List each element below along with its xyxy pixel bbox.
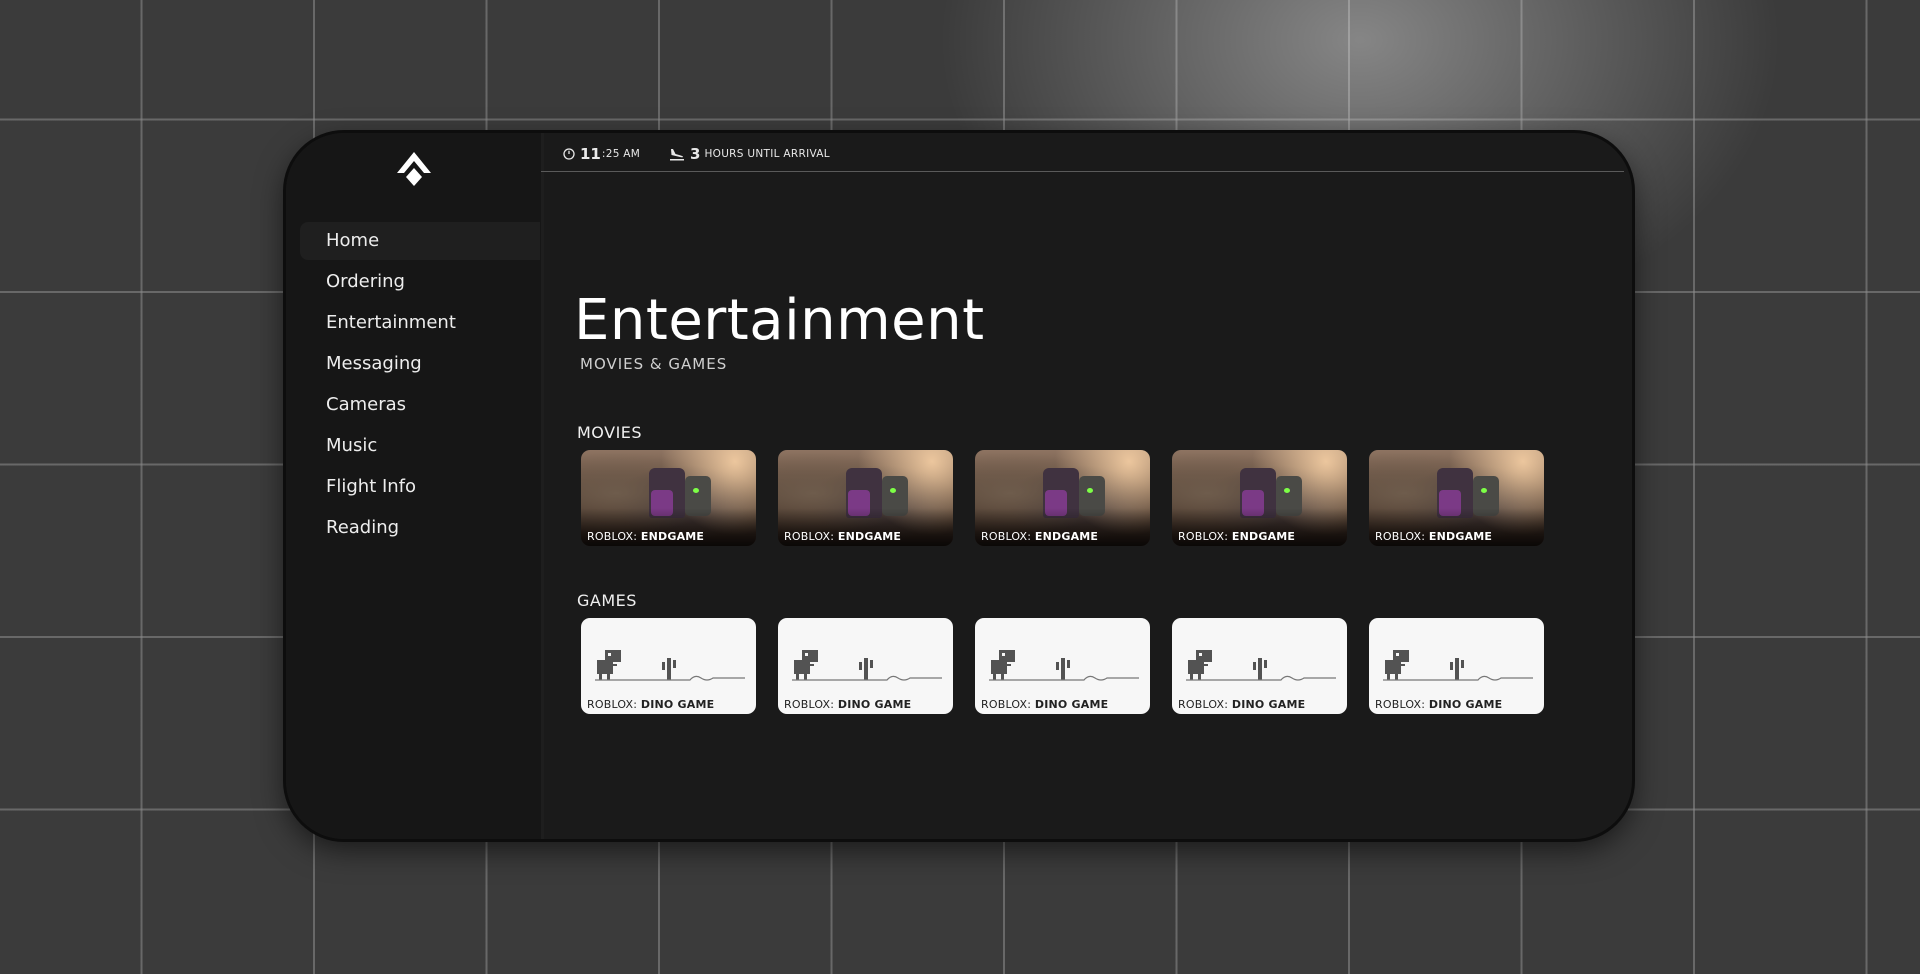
- dino-icon: [792, 650, 942, 681]
- sidebar-item-cameras[interactable]: Cameras: [300, 386, 540, 424]
- sidebar-item-messaging[interactable]: Messaging: [300, 345, 540, 383]
- games-row: ROBLOX: DINO GAME ROBLOX: DINO GAME ROBL…: [581, 618, 1544, 714]
- game-card[interactable]: ROBLOX: DINO GAME: [975, 618, 1150, 714]
- movie-card[interactable]: ROBLOX: ENDGAME: [1172, 450, 1347, 546]
- movie-card-label: ROBLOX: ENDGAME: [1375, 530, 1493, 543]
- game-card[interactable]: ROBLOX: DINO GAME: [1172, 618, 1347, 714]
- app-window: Home Ordering Entertainment Messaging Ca…: [286, 133, 1632, 839]
- game-card[interactable]: ROBLOX: DINO GAME: [581, 618, 756, 714]
- arrival-label: HOURS UNTIL ARRIVAL: [704, 148, 830, 160]
- games-section-title: GAMES: [577, 591, 637, 610]
- dino-icon: [1383, 650, 1533, 681]
- sidebar-nav: Home Ordering Entertainment Messaging Ca…: [300, 222, 540, 550]
- arrival-status: 3 HOURS UNTIL ARRIVAL: [669, 145, 830, 163]
- arrival-hours: 3: [690, 145, 701, 163]
- sidebar-item-ordering[interactable]: Ordering: [300, 263, 540, 301]
- movie-card[interactable]: ROBLOX: ENDGAME: [581, 450, 756, 546]
- status-bar: 11 :25 AM 3 HOURS UNTIL ARRIVAL: [541, 133, 1624, 172]
- clock-icon: [563, 148, 575, 160]
- time-status: 11 :25 AM: [563, 145, 640, 163]
- sidebar-item-flight-info[interactable]: Flight Info: [300, 468, 540, 506]
- movie-card-label: ROBLOX: ENDGAME: [587, 530, 705, 543]
- movie-card[interactable]: ROBLOX: ENDGAME: [1369, 450, 1544, 546]
- movies-section-title: MOVIES: [577, 423, 643, 442]
- page-subtitle: MOVIES & GAMES: [580, 355, 728, 373]
- dino-icon: [595, 650, 745, 681]
- sidebar-item-music[interactable]: Music: [300, 427, 540, 465]
- sidebar-item-home[interactable]: Home: [300, 222, 540, 260]
- dino-icon: [1186, 650, 1336, 681]
- movie-card[interactable]: ROBLOX: ENDGAME: [975, 450, 1150, 546]
- game-card[interactable]: ROBLOX: DINO GAME: [1369, 618, 1544, 714]
- plane-landing-icon: [670, 148, 684, 160]
- game-card-label: ROBLOX: DINO GAME: [1375, 698, 1503, 711]
- sidebar-item-entertainment[interactable]: Entertainment: [300, 304, 540, 342]
- dino-icon: [989, 650, 1139, 681]
- page-title: Entertainment: [574, 288, 985, 353]
- game-card-label: ROBLOX: DINO GAME: [784, 698, 912, 711]
- game-card-label: ROBLOX: DINO GAME: [981, 698, 1109, 711]
- time-rest: :25 AM: [601, 148, 641, 160]
- game-card[interactable]: ROBLOX: DINO GAME: [778, 618, 953, 714]
- movie-card-label: ROBLOX: ENDGAME: [981, 530, 1099, 543]
- brand-logo-icon[interactable]: [396, 151, 432, 187]
- movies-row: ROBLOX: ENDGAME ROBLOX: ENDGAME ROBLOX: …: [581, 450, 1544, 546]
- time-hour: 11: [580, 145, 601, 163]
- game-card-label: ROBLOX: DINO GAME: [1178, 698, 1306, 711]
- movie-card[interactable]: ROBLOX: ENDGAME: [778, 450, 953, 546]
- movie-card-label: ROBLOX: ENDGAME: [1178, 530, 1296, 543]
- sidebar-item-reading[interactable]: Reading: [300, 509, 540, 547]
- sidebar: Home Ordering Entertainment Messaging Ca…: [286, 133, 544, 839]
- movie-card-label: ROBLOX: ENDGAME: [784, 530, 902, 543]
- game-card-label: ROBLOX: DINO GAME: [587, 698, 715, 711]
